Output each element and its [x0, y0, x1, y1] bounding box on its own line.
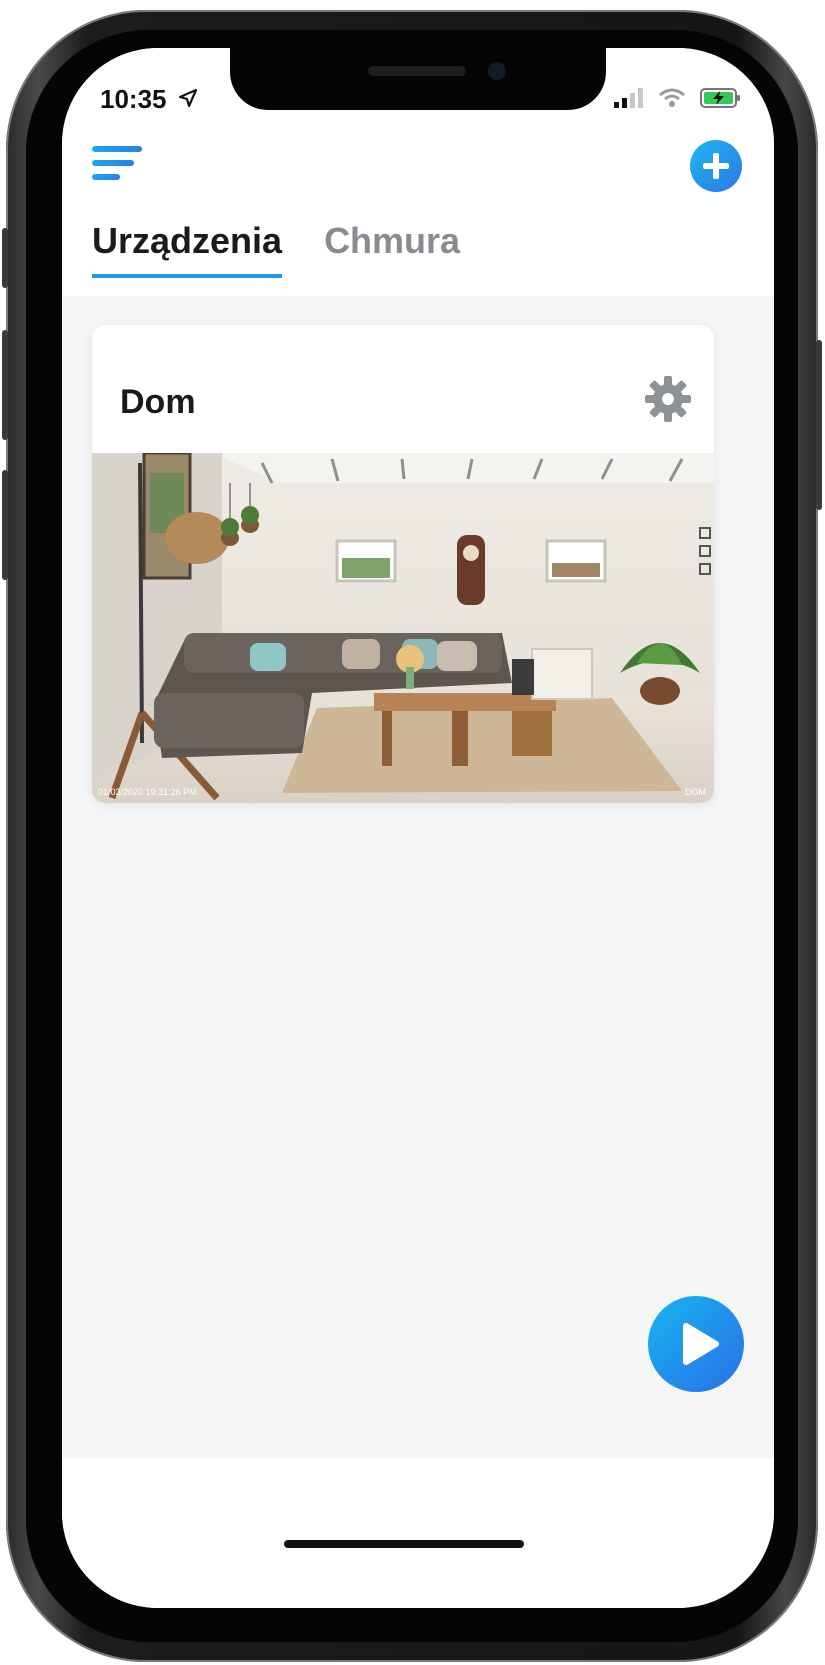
- play-icon: [683, 1323, 719, 1365]
- device-tabs: Urządzenia Chmura: [92, 220, 460, 278]
- device-name: Dom: [120, 383, 196, 421]
- earpiece-speaker: [368, 66, 466, 76]
- wifi-icon: [659, 88, 685, 107]
- gear-icon[interactable]: [642, 373, 694, 425]
- battery-charging-icon: [700, 88, 740, 108]
- preview-label: DOM: [685, 787, 706, 797]
- add-device-button[interactable]: [690, 140, 742, 192]
- play-button[interactable]: [648, 1296, 744, 1392]
- power-button: [816, 340, 822, 510]
- tab-chmura[interactable]: Chmura: [324, 220, 460, 278]
- mute-switch: [2, 228, 8, 288]
- tab-urzadzenia[interactable]: Urządzenia: [92, 220, 283, 278]
- menu-button[interactable]: [92, 146, 142, 186]
- status-time: 10:35: [100, 84, 167, 114]
- location-arrow-icon: [178, 88, 198, 108]
- front-camera: [488, 62, 506, 80]
- menu-icon-line: [92, 160, 134, 166]
- device-card[interactable]: Dom 01/03/2020 19:31:26 PM DOM: [92, 325, 714, 803]
- app-screen: 10:35 Urządzenia Chmura Dom 01/03/2020 1…: [62, 48, 774, 1608]
- menu-icon-line: [92, 174, 120, 180]
- bottom-area: [62, 1458, 774, 1608]
- volume-up-button: [2, 330, 8, 440]
- home-indicator[interactable]: [284, 1540, 524, 1548]
- notch: [230, 48, 606, 110]
- volume-down-button: [2, 470, 8, 580]
- preview-timestamp: 01/03/2020 19:31:26 PM: [98, 787, 197, 797]
- menu-icon-line: [92, 146, 142, 152]
- status-icons: [614, 88, 742, 108]
- signal-icon: [614, 88, 643, 108]
- camera-preview-image[interactable]: 01/03/2020 19:31:26 PM DOM: [92, 453, 714, 803]
